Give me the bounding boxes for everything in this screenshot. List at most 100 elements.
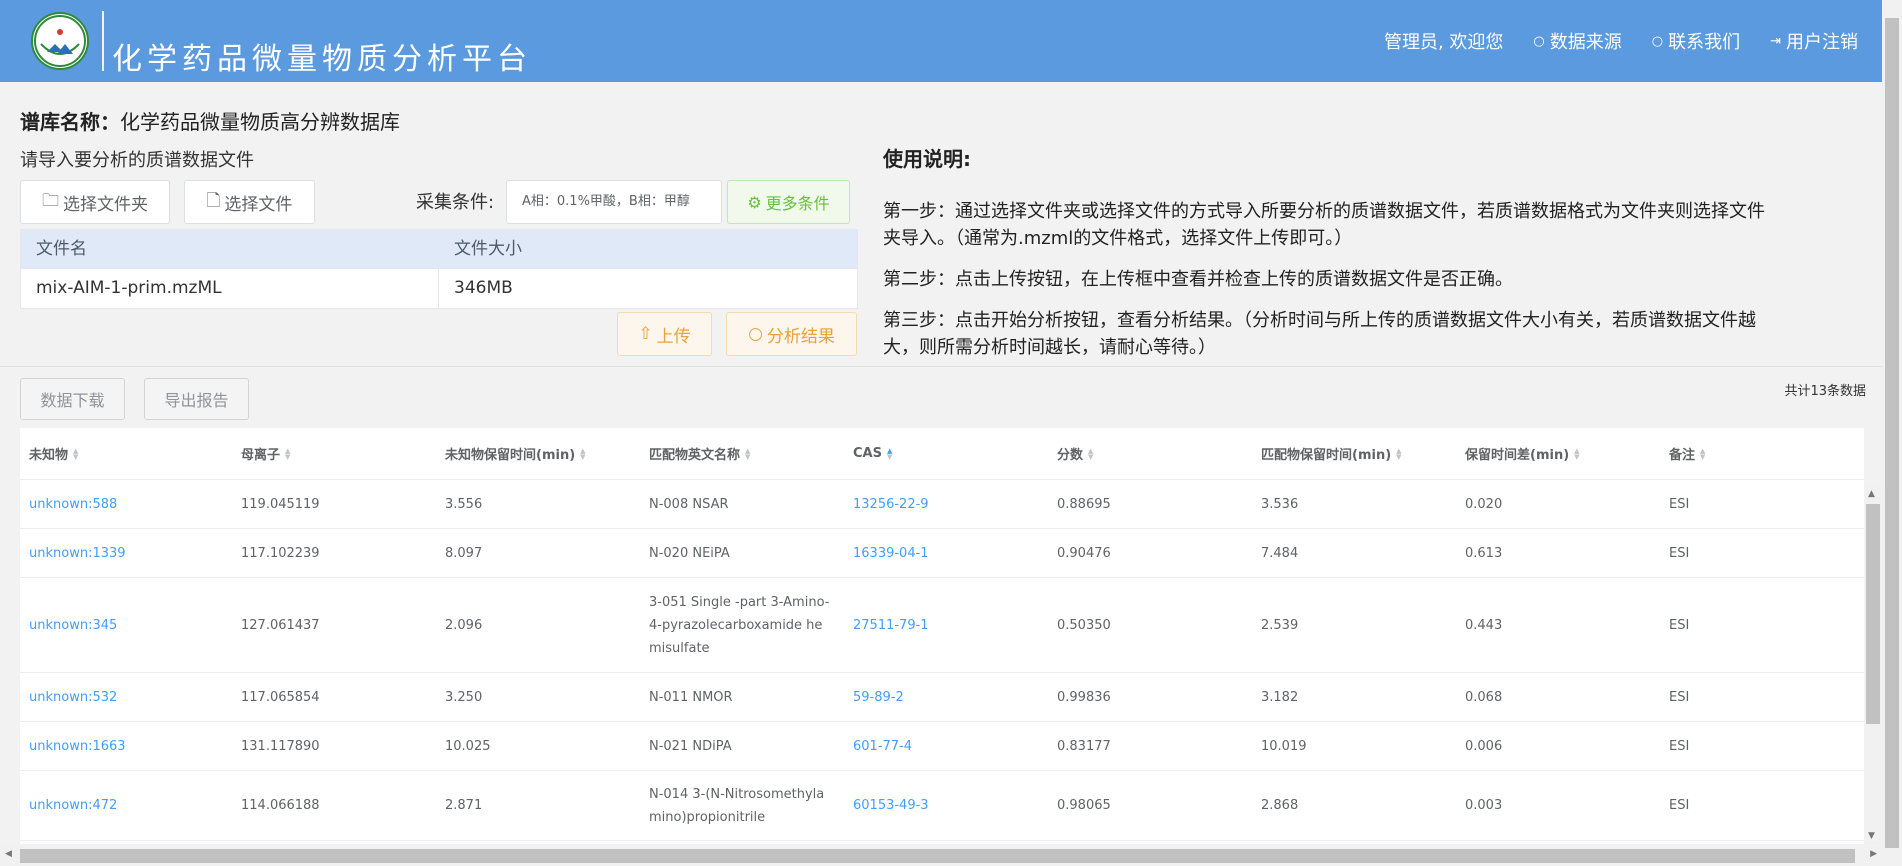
nav-data-source[interactable]: ○ 数据来源 — [1533, 28, 1621, 54]
scroll-left-icon[interactable]: ◀ — [5, 849, 12, 859]
select-file-button[interactable]: 🗋 选择文件 — [184, 180, 315, 224]
file-size-cell: 346MB — [454, 278, 513, 298]
match-name-cell: N-008 NSAR — [649, 496, 729, 512]
precursor-cell: 127.061437 — [241, 617, 320, 633]
condition-label: 采集条件: — [416, 192, 495, 213]
condition-select[interactable]: A相：0.1%甲酸，B相：甲醇 — [506, 180, 722, 224]
results-table-body: unknown:588 119.045119 3.556 N-008 NSAR … — [20, 480, 1864, 844]
nav-logout[interactable]: ⇥ 用户注销 — [1770, 28, 1858, 54]
table-row: unknown:532 117.065854 3.250 N-011 NMOR … — [20, 673, 1864, 722]
unknown-link[interactable]: unknown:345 — [20, 614, 232, 637]
col-header-label: 匹配物英文名称 — [649, 448, 741, 463]
table-vertical-scrollbar[interactable]: ▲ ▼ — [1864, 486, 1882, 844]
sort-icon[interactable]: ▲ ▼ — [887, 447, 892, 460]
match-name-cell: N-014 3-(N-Nitrosomethylamino)propionitr… — [649, 786, 825, 825]
cas-link[interactable]: 13256-22-9 — [844, 493, 1048, 516]
sort-icon[interactable]: ▲ ▼ — [285, 447, 290, 460]
cas-link[interactable]: 16339-04-1 — [844, 542, 1048, 565]
score-cell: 0.90476 — [1057, 545, 1111, 561]
unknown-rt-cell: 2.871 — [445, 798, 483, 813]
col-header-rt-diff[interactable]: 保留时间差(min) ▲ ▼ — [1456, 444, 1660, 463]
unknown-link[interactable]: unknown:472 — [20, 794, 232, 817]
scroll-right-icon[interactable]: ▶ — [1870, 849, 1877, 859]
horizontal-scrollbar[interactable]: ◀ ▶ — [0, 846, 1882, 866]
page-scroll-thumb[interactable] — [1885, 18, 1899, 848]
unknown-rt-cell: 2.096 — [445, 617, 483, 633]
results-table: 未知物 ▲ ▼ 母离子 ▲ ▼ 未知物保留时间(min) ▲ ▼ 匹配物英文名称 ▲ ▼ CAS… — [20, 428, 1864, 844]
note-cell: ESI — [1669, 689, 1690, 705]
match-rt-cell: 2.868 — [1261, 798, 1299, 813]
unknown-link[interactable]: unknown:588 — [20, 493, 232, 516]
col-header-unknown-rt[interactable]: 未知物保留时间(min) ▲ ▼ — [436, 444, 640, 463]
cas-link[interactable]: 601-77-4 — [844, 735, 1048, 758]
results-table-header: 未知物 ▲ ▼ 母离子 ▲ ▼ 未知物保留时间(min) ▲ ▼ 匹配物英文名称 ▲ ▼ CAS… — [20, 428, 1864, 480]
score-cell: 0.88695 — [1057, 496, 1111, 512]
chat-bubble-icon: ○ — [1651, 33, 1664, 49]
col-header-score[interactable]: 分数 ▲ ▼ — [1048, 444, 1252, 463]
chat-bubble-icon: ○ — [1533, 33, 1545, 49]
select-folder-button[interactable]: 🗀 选择文件夹 — [20, 180, 170, 224]
horizontal-scroll-thumb[interactable] — [20, 849, 1855, 863]
select-folder-label: 选择文件夹 — [63, 194, 148, 215]
more-conditions-button[interactable]: ⚙ 更多条件 — [727, 180, 850, 224]
precursor-cell: 131.117890 — [241, 738, 320, 754]
app-title: 化学药品微量物质分析平台 — [112, 42, 532, 77]
rt-diff-cell: 0.613 — [1465, 545, 1503, 561]
precursor-cell: 119.045119 — [241, 496, 320, 512]
upload-button[interactable]: ⇧ 上传 — [617, 312, 712, 356]
unknown-link[interactable]: unknown:532 — [20, 686, 232, 709]
file-table-row[interactable]: mix-AIM-1-prim.mzML 346MB — [21, 269, 857, 308]
sort-icon[interactable]: ▲ ▼ — [73, 447, 78, 460]
sort-icon[interactable]: ▲ ▼ — [1574, 447, 1579, 460]
match-rt-cell: 2.539 — [1261, 617, 1299, 633]
table-row: unknown:345 127.061437 2.096 3-051 Singl… — [20, 578, 1864, 673]
table-scroll-thumb[interactable] — [1866, 504, 1880, 724]
cas-link[interactable]: 59-89-2 — [844, 686, 1048, 709]
top-header: 化学药品微量物质分析平台 管理员, 欢迎您 ○ 数据来源 ○ 联系我们 ⇥ 用户… — [0, 0, 1882, 82]
upload-icon: ⇧ — [638, 324, 653, 344]
col-header-label: 分数 — [1057, 448, 1084, 463]
logo-divider — [102, 11, 104, 71]
library-name: 化学药品微量物质高分辨数据库 — [120, 110, 400, 134]
match-rt-cell: 10.019 — [1261, 738, 1307, 754]
col-header-label: 备注 — [1669, 448, 1696, 463]
nav-contact[interactable]: ○ 联系我们 — [1652, 28, 1740, 54]
sort-icon[interactable]: ▲ ▼ — [580, 447, 585, 460]
match-name-cell: 3-051 Single -part 3-Amino-4-pyrazolecar… — [649, 594, 830, 656]
col-header-note[interactable]: 备注 ▲ ▼ — [1660, 444, 1820, 463]
rt-diff-cell: 0.003 — [1465, 798, 1503, 813]
scroll-down-icon[interactable]: ▼ — [1868, 831, 1875, 841]
match-name-cell: N-021 NDiPA — [649, 738, 732, 754]
rt-diff-cell: 0.020 — [1465, 496, 1503, 512]
upload-label: 上传 — [656, 326, 691, 347]
page-vertical-scrollbar[interactable] — [1882, 0, 1902, 866]
col-header-cas[interactable]: CAS ▲ ▼ — [844, 446, 1048, 461]
sort-icon[interactable]: ▲ ▼ — [1700, 447, 1705, 460]
table-row: unknown:1663 131.117890 10.025 N-021 NDi… — [20, 722, 1864, 771]
match-name-cell: N-011 NMOR — [649, 689, 733, 705]
sort-icon[interactable]: ▲ ▼ — [1396, 447, 1401, 460]
cas-link[interactable]: 27511-79-1 — [844, 614, 1048, 637]
cas-link[interactable]: 60153-49-3 — [844, 794, 1048, 817]
export-report-button[interactable]: 导出报告 — [144, 378, 249, 420]
precursor-cell: 117.102239 — [241, 545, 320, 561]
score-cell: 0.98065 — [1057, 798, 1111, 813]
col-header-match-rt[interactable]: 匹配物保留时间(min) ▲ ▼ — [1252, 444, 1456, 463]
sort-icon[interactable]: ▲ ▼ — [745, 447, 750, 460]
match-rt-cell: 7.484 — [1261, 545, 1299, 561]
analyze-results-button[interactable]: ○ 分析结果 — [726, 312, 857, 356]
more-conditions-label: 更多条件 — [765, 194, 830, 213]
col-header-precursor[interactable]: 母离子 ▲ ▼ — [232, 444, 436, 463]
scroll-up-icon[interactable]: ▲ — [1868, 489, 1875, 499]
instructions-panel: 使用说明: 第一步：通过选择文件夹或选择文件的方式导入所要分析的质谱数据文件，若… — [883, 143, 1778, 375]
col-header-match-name[interactable]: 匹配物英文名称 ▲ ▼ — [640, 444, 844, 463]
data-download-button[interactable]: 数据下载 — [20, 378, 125, 420]
nav-welcome: 管理员, 欢迎您 — [1384, 28, 1503, 54]
unknown-link[interactable]: unknown:1663 — [20, 735, 232, 758]
col-header-unknown[interactable]: 未知物 ▲ ▼ — [20, 444, 232, 463]
unknown-link[interactable]: unknown:1339 — [20, 542, 232, 565]
unknown-rt-cell: 10.025 — [445, 738, 491, 754]
instruction-step-1: 第一步：通过选择文件夹或选择文件的方式导入所要分析的质谱数据文件，若质谱数据格式… — [883, 201, 1765, 249]
instructions-title: 使用说明: — [883, 147, 971, 171]
sort-icon[interactable]: ▲ ▼ — [1088, 447, 1093, 460]
